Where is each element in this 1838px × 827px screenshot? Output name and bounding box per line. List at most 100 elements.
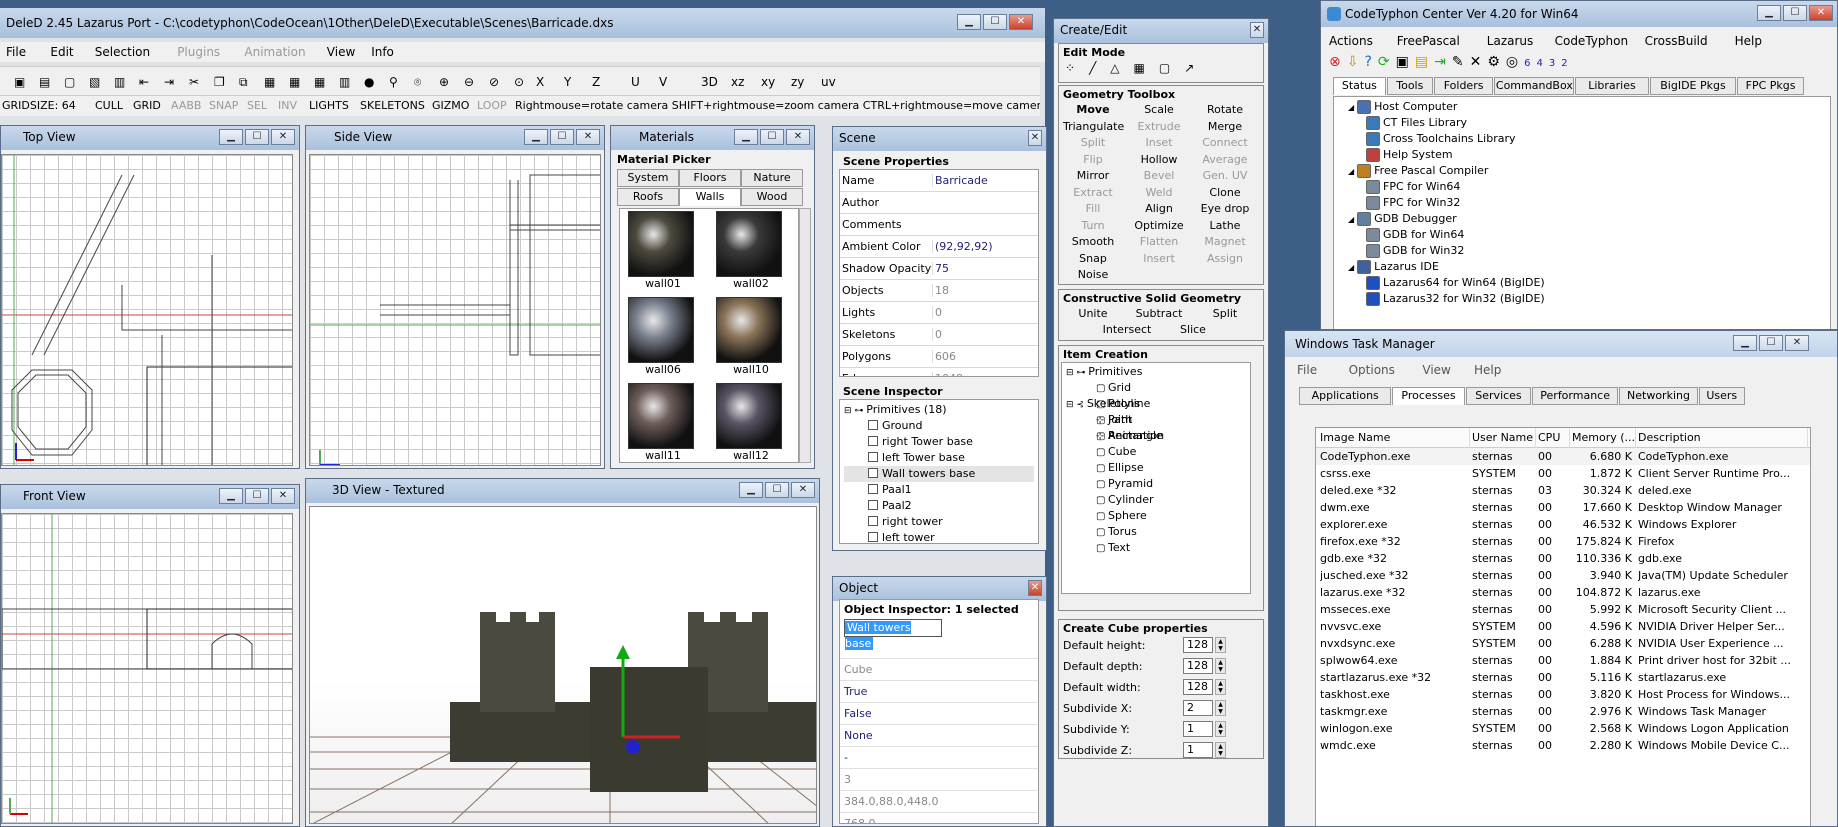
- view-axis-z-button[interactable]: Z: [592, 75, 600, 89]
- geometry-tool-move[interactable]: Move: [1063, 103, 1123, 116]
- sync-icon[interactable]: ◎: [1506, 54, 1524, 70]
- front-viewport[interactable]: [1, 513, 293, 824]
- folder-icon[interactable]: ▤: [1415, 54, 1434, 70]
- csg-subtract[interactable]: Subtract: [1129, 307, 1189, 320]
- menu-view[interactable]: View: [327, 45, 355, 59]
- csg-unite[interactable]: Unite: [1063, 307, 1123, 320]
- maximize-button[interactable]: ☐: [550, 129, 574, 145]
- edge-mode-icon[interactable]: ╱: [1089, 61, 1110, 75]
- menu-edit[interactable]: Edit: [50, 45, 73, 59]
- win32-icon[interactable]: 32: [1549, 58, 1574, 69]
- codetyphon-tree-item[interactable]: GDB for Win64: [1342, 227, 1822, 243]
- object-name-field[interactable]: Wall towers base: [844, 619, 942, 650]
- material-tab-wood[interactable]: Wood: [741, 188, 803, 206]
- status-toggle-loop[interactable]: LOOP: [477, 96, 507, 116]
- geometry-tool-noise[interactable]: Noise: [1063, 268, 1123, 281]
- material-tab-floors[interactable]: Floors: [679, 169, 741, 187]
- toolbar-tool-icon[interactable]: ▢: [64, 75, 75, 89]
- primitive-sphere[interactable]: ▢ Sphere: [1066, 508, 1246, 524]
- minimize-button[interactable]: ▁: [957, 14, 981, 30]
- toolbar-tool-icon[interactable]: ⌾: [414, 75, 421, 90]
- tab-libraries[interactable]: Libraries: [1575, 77, 1649, 95]
- status-toggle-snap[interactable]: SNAP: [209, 96, 238, 116]
- column-header[interactable]: Description: [1638, 428, 1808, 448]
- tab-performance[interactable]: Performance: [1532, 387, 1618, 405]
- toolbar-tool-icon[interactable]: ●: [364, 75, 374, 89]
- process-row[interactable]: dwm.exe sternas 00 17.660 K Desktop Window M…: [1316, 499, 1810, 516]
- menu-crossbuild[interactable]: CrossBuild: [1645, 34, 1708, 48]
- close-button[interactable]: ✕: [1785, 335, 1809, 351]
- view-axis-uv-button[interactable]: uv: [821, 75, 836, 89]
- object-property-value[interactable]: False: [840, 703, 1038, 725]
- polygon-mode-icon[interactable]: △: [1110, 61, 1133, 75]
- skeleton-joint[interactable]: ⊹ Joint: [1066, 412, 1246, 428]
- spinner-arrows[interactable]: ▲ ▼: [1215, 742, 1226, 758]
- material-wall02[interactable]: wall02: [716, 211, 786, 293]
- toolbar-tool-icon[interactable]: ❐: [214, 75, 225, 89]
- primitive-torus[interactable]: ▢ Torus: [1066, 524, 1246, 540]
- geometry-tool-gen-uv[interactable]: Gen. UV: [1195, 169, 1255, 182]
- geometry-tool-connect[interactable]: Connect: [1195, 136, 1255, 149]
- toolbar-tool-icon[interactable]: ⊕: [439, 75, 449, 89]
- property-value[interactable]: 75: [932, 262, 949, 275]
- close-button[interactable]: ✕: [1809, 5, 1833, 21]
- geometry-tool-weld[interactable]: Weld: [1129, 186, 1189, 199]
- tree-node-primitives[interactable]: ⊟ ⊶ Primitives: [1066, 364, 1246, 380]
- menu-info[interactable]: Info: [371, 45, 394, 59]
- close-button[interactable]: ✕: [786, 129, 810, 145]
- maximize-button[interactable]: ☐: [245, 488, 269, 504]
- process-row[interactable]: wmdc.exe sternas 00 2.280 K Windows Mobile D…: [1316, 737, 1810, 754]
- deled-title-bar[interactable]: DeleD 2.45 Lazarus Port - C:\codetyphon\…: [0, 8, 1045, 38]
- codetyphon-tree-item[interactable]: FPC for Win32: [1342, 195, 1822, 211]
- scene-property-name[interactable]: Name Barricade: [840, 170, 1038, 192]
- process-row[interactable]: startlazarus.exe *32 sternas 00 5.116 K star…: [1316, 669, 1810, 686]
- primitive-cylinder[interactable]: ▢ Cylinder: [1066, 492, 1246, 508]
- material-wall12[interactable]: wall12: [716, 383, 786, 465]
- status-toggle-sel[interactable]: SEL: [247, 96, 267, 116]
- geometry-tool-inset[interactable]: Inset: [1129, 136, 1189, 149]
- menu-view[interactable]: View: [1422, 363, 1450, 377]
- tab-processes[interactable]: Processes: [1392, 387, 1465, 405]
- view-axis-xy-button[interactable]: xy: [761, 75, 775, 89]
- status-toggle-skeletons[interactable]: SKELETONS: [360, 96, 425, 116]
- geometry-tool-flip[interactable]: Flip: [1063, 153, 1123, 166]
- scene-property-lights[interactable]: Lights 0: [840, 302, 1038, 324]
- view-axis-xz-button[interactable]: xz: [731, 75, 744, 89]
- pivot-mode-icon[interactable]: ↗: [1184, 61, 1208, 75]
- property-value[interactable]: (92,92,92): [932, 240, 993, 253]
- stop-icon[interactable]: ⊗: [1329, 54, 1347, 70]
- view-axis-3d-button[interactable]: 3D: [701, 75, 718, 89]
- codetyphon-tree-item[interactable]: Cross Toolchains Library: [1342, 131, 1822, 147]
- tab-commandbox[interactable]: CommandBox: [1494, 77, 1575, 95]
- terminal-icon[interactable]: ▣: [1396, 54, 1415, 70]
- spinner-arrows[interactable]: ▲ ▼: [1215, 679, 1226, 695]
- process-row[interactable]: explorer.exe sternas 00 46.532 K Windows Exp…: [1316, 516, 1810, 533]
- tree-node-object[interactable]: left tower: [844, 530, 1034, 543]
- menu-codetyphon[interactable]: CodeTyphon: [1555, 34, 1628, 48]
- tree-node-object[interactable]: right Tower base: [844, 434, 1034, 450]
- geometry-tool-snap[interactable]: Snap: [1063, 252, 1123, 265]
- 3d-viewport[interactable]: [309, 506, 817, 824]
- close-button[interactable]: ✕: [1028, 130, 1042, 146]
- codetyphon-tree-item[interactable]: Help System: [1342, 147, 1822, 163]
- codetyphon-tree-item[interactable]: Lazarus64 for Win64 (BigIDE): [1342, 275, 1822, 291]
- toolbar-tool-icon[interactable]: ▦: [289, 75, 300, 89]
- view-axis-zy-button[interactable]: zy: [791, 75, 804, 89]
- geometry-tool-flatten[interactable]: Flatten: [1129, 235, 1189, 248]
- help-icon[interactable]: ?: [1364, 54, 1377, 70]
- geometry-tool-extract[interactable]: Extract: [1063, 186, 1123, 199]
- toolbar-tool-icon[interactable]: ⇤: [139, 75, 149, 89]
- tab-status[interactable]: Status: [1333, 77, 1386, 95]
- spinner-arrows[interactable]: ▲ ▼: [1215, 658, 1226, 674]
- materials-scrollbar[interactable]: [799, 208, 811, 463]
- process-row[interactable]: CodeTyphon.exe sternas 00 6.680 K CodeTyphon…: [1316, 448, 1810, 465]
- toolbar-tool-icon[interactable]: ▥: [339, 75, 350, 89]
- tree-node-primitives[interactable]: ⊟ ⊶ Primitives (18): [844, 402, 1034, 418]
- tab-tools[interactable]: Tools: [1386, 77, 1433, 95]
- object-property-value[interactable]: Cube: [840, 659, 1038, 681]
- menu-lazarus[interactable]: Lazarus: [1487, 34, 1533, 48]
- status-toggle-gizmo[interactable]: GIZMO: [432, 96, 469, 116]
- geometry-tool-assign[interactable]: Assign: [1195, 252, 1255, 265]
- toolbar-tool-icon[interactable]: ⊙: [514, 75, 524, 89]
- tree-node-object[interactable]: right tower: [844, 514, 1034, 530]
